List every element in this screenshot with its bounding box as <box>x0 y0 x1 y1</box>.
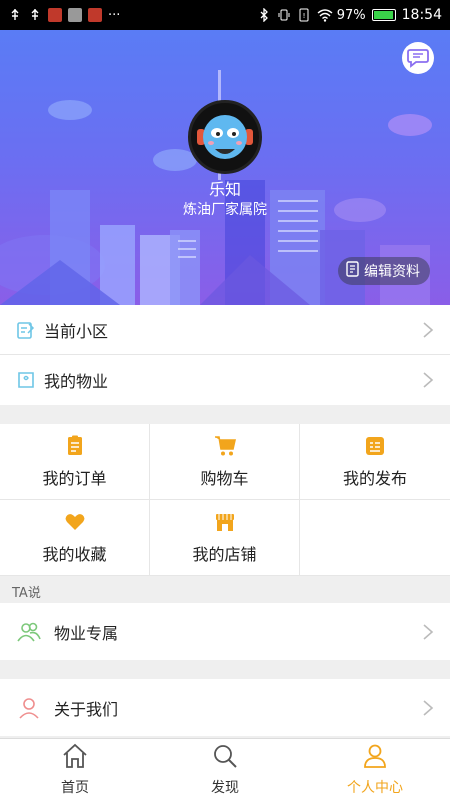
edit-profile-label: 编辑资料 <box>364 264 420 280</box>
my-property-label: 我的物业 <box>44 372 109 391</box>
edit-note-icon <box>16 320 36 340</box>
home-icon <box>61 743 89 773</box>
my-shop-label: 我的店铺 <box>192 544 257 564</box>
cart-label: 购物车 <box>200 468 249 488</box>
usb-icon <box>28 8 42 22</box>
nickname: 乐知 <box>208 180 241 199</box>
my-favorites-label: 我的收藏 <box>42 544 107 564</box>
clock: 18:54 <box>401 7 442 23</box>
chevron-right-icon <box>422 623 434 641</box>
edit-profile-button[interactable]: 编辑资料 <box>338 257 430 285</box>
about-us-label: 关于我们 <box>54 699 119 719</box>
current-community-label: 当前小区 <box>44 321 109 341</box>
order-icon <box>64 435 86 457</box>
publish-icon <box>364 435 386 457</box>
property-exclusive-label: 物业专属 <box>54 623 119 643</box>
chevron-right-icon <box>422 699 434 717</box>
my-property-row[interactable]: 我的物业 <box>0 355 450 405</box>
notification-area: ··· <box>8 8 257 23</box>
message-icon[interactable] <box>402 42 434 74</box>
app-notification-icon <box>68 8 82 22</box>
more-icon: ··· <box>108 7 121 23</box>
tab-discover-label: 发现 <box>211 779 239 796</box>
about-us-row[interactable]: 关于我们 <box>0 679 450 736</box>
my-orders-button[interactable]: 我的订单 <box>0 424 150 500</box>
chevron-right-icon <box>422 321 434 339</box>
robot-avatar-icon <box>197 115 253 159</box>
tab-home[interactable]: 首页 <box>0 739 150 800</box>
usb-icon <box>8 8 22 22</box>
bluetooth-icon <box>257 7 271 23</box>
community-name: 炼油厂家属院 <box>183 202 267 218</box>
community-section: 当前小区 我的物业 <box>0 305 450 405</box>
property-exclusive-row[interactable]: 物业专属 <box>0 603 450 660</box>
tab-profile[interactable]: 个人中心 <box>300 739 450 800</box>
wifi-icon <box>317 8 333 22</box>
ta-section: 物业专属 <box>0 603 450 660</box>
edit-document-icon <box>346 261 360 281</box>
about-section: 关于我们 <box>0 679 450 736</box>
svg-text:!: ! <box>302 12 305 20</box>
empty-grid-cell <box>300 500 450 576</box>
bottom-navigation: 首页 发现 个人中心 <box>0 738 450 800</box>
my-shop-button[interactable]: 我的店铺 <box>150 500 300 576</box>
my-orders-label: 我的订单 <box>42 468 107 488</box>
ta-section-title: TA说 <box>12 586 41 601</box>
status-bar: ··· ! 97% 18:54 <box>0 0 450 30</box>
app-notification-icon <box>48 8 62 22</box>
avatar[interactable] <box>188 100 262 174</box>
profile-header: 乐知 炼油厂家属院 编辑资料 <box>0 30 450 305</box>
my-posts-label: 我的发布 <box>342 468 407 488</box>
cart-button[interactable]: 购物车 <box>150 424 300 500</box>
search-icon <box>212 743 238 773</box>
battery-icon <box>371 9 396 21</box>
tab-profile-label: 个人中心 <box>347 779 403 796</box>
chevron-right-icon <box>422 371 434 389</box>
my-posts-button[interactable]: 我的发布 <box>300 424 450 500</box>
profile-icon <box>362 743 388 773</box>
group-icon <box>16 619 42 645</box>
user-icon <box>16 695 42 721</box>
heart-icon <box>64 511 86 533</box>
property-icon <box>16 370 36 390</box>
app-notification-icon <box>88 8 102 22</box>
sim-icon: ! <box>297 8 311 22</box>
tab-discover[interactable]: 发现 <box>150 739 300 800</box>
battery-percent: 97% <box>336 7 366 23</box>
my-favorites-button[interactable]: 我的收藏 <box>0 500 150 576</box>
function-grid: 我的订单 购物车 我的发布 我的收藏 我的店铺 <box>0 424 450 576</box>
cart-icon <box>214 435 236 457</box>
shop-icon <box>214 511 236 533</box>
current-community-row[interactable]: 当前小区 <box>0 305 450 355</box>
tab-home-label: 首页 <box>61 779 89 796</box>
vibrate-icon <box>277 8 291 22</box>
